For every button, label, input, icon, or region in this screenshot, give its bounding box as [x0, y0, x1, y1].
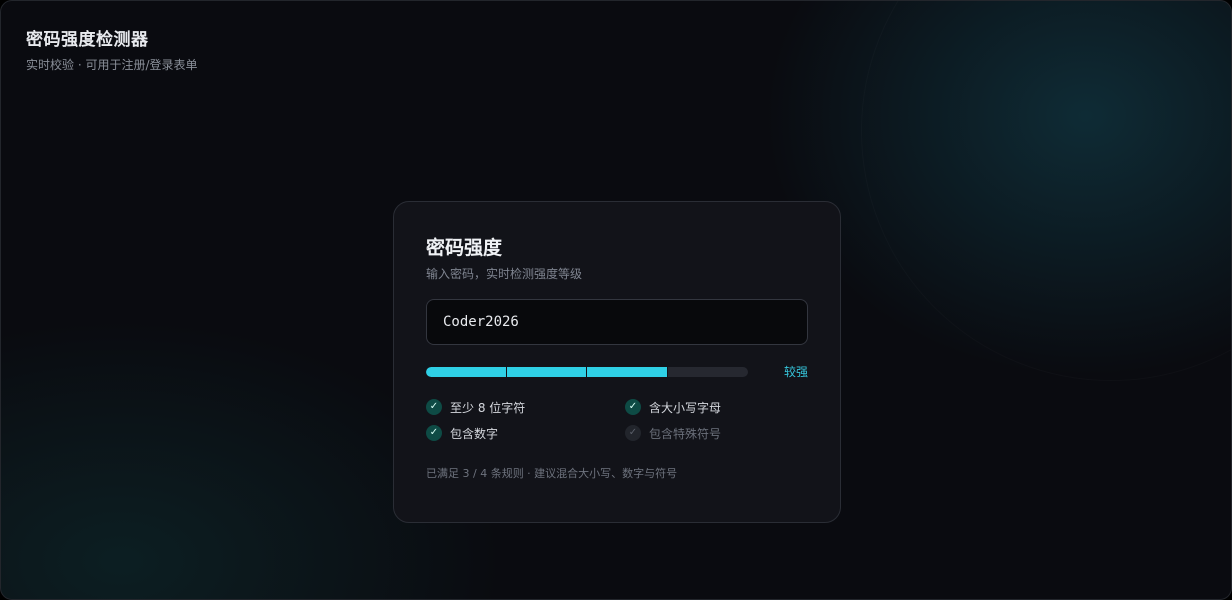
strength-meter: 较强 — [426, 362, 808, 382]
strength-bar-fill — [426, 367, 668, 377]
check-icon: ✓ — [625, 399, 641, 415]
app-window: 密码强度检测器 实时校验 · 可用于注册/登录表单 密码强度 输入密码，实时检测… — [0, 0, 1232, 600]
strength-bar-divider — [667, 367, 668, 377]
rules-summary: 已满足 3 / 4 条规则 · 建议混合大小写、数字与符号 — [426, 467, 678, 480]
password-strength-card: 密码强度 输入密码，实时检测强度等级 较强 ✓ 至少 8 位字符 ✓ 含大小写字… — [393, 201, 841, 523]
page-subtitle: 实时校验 · 可用于注册/登录表单 — [26, 58, 198, 72]
strength-bar-divider — [586, 367, 587, 377]
decorative-ring — [861, 1, 1231, 381]
rule-label: 至少 8 位字符 — [450, 400, 526, 415]
card-subtitle: 输入密码，实时检测强度等级 — [426, 267, 583, 281]
rule-special-char: ✓ 包含特殊符号 — [625, 425, 808, 441]
page-title: 密码强度检测器 — [26, 30, 149, 50]
strength-bar-divider — [506, 367, 507, 377]
rule-min-length: ✓ 至少 8 位字符 — [426, 399, 625, 415]
card-title: 密码强度 — [426, 237, 503, 259]
rule-mixed-case: ✓ 含大小写字母 — [625, 399, 808, 415]
check-icon: ✓ — [426, 399, 442, 415]
rules-list: ✓ 至少 8 位字符 ✓ 含大小写字母 ✓ 包含数字 ✓ 包含特殊符号 — [426, 399, 808, 441]
strength-level-label: 较强 — [783, 365, 808, 379]
page-header: 密码强度检测器 实时校验 · 可用于注册/登录表单 — [26, 29, 198, 73]
strength-bar-track — [426, 367, 748, 377]
check-icon: ✓ — [625, 425, 641, 441]
rule-has-digit: ✓ 包含数字 — [426, 425, 625, 441]
password-input[interactable] — [426, 299, 808, 345]
rule-label: 包含特殊符号 — [649, 426, 722, 441]
rule-label: 含大小写字母 — [649, 400, 722, 415]
rule-label: 包含数字 — [450, 426, 499, 441]
check-icon: ✓ — [426, 425, 442, 441]
